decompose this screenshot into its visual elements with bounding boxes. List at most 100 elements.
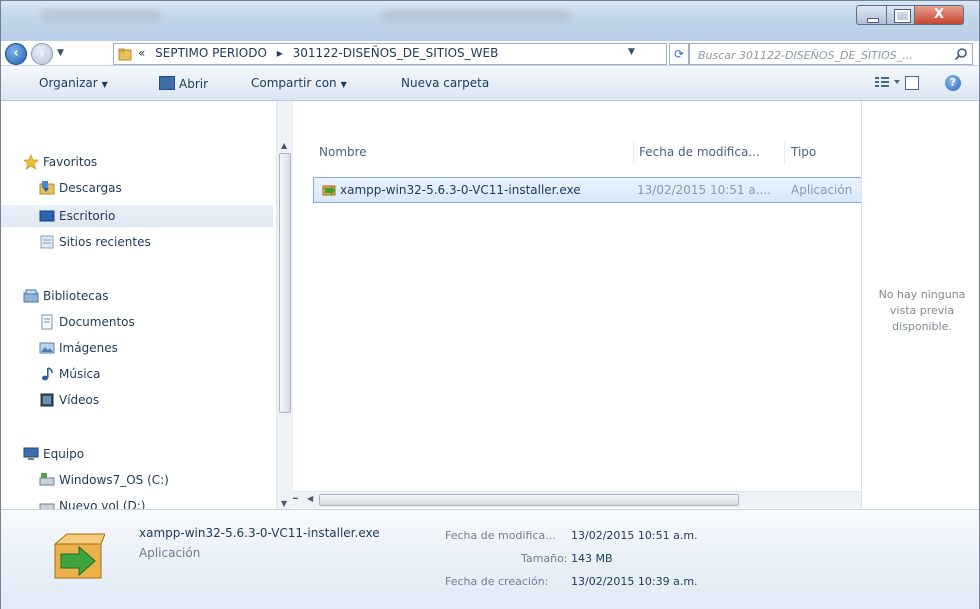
file-date-cell: 13/02/2015 10:51 a.... <box>637 183 771 197</box>
open-button[interactable]: Abrir <box>159 76 208 91</box>
pictures-icon <box>39 342 55 354</box>
open-label: Abrir <box>179 77 209 91</box>
organize-label: Organizar <box>39 76 98 90</box>
scroll-down-icon[interactable]: ▼ <box>281 499 287 508</box>
organize-button[interactable]: Organizar ▼ <box>39 76 108 90</box>
file-type-cell: Aplicación <box>791 183 853 197</box>
view-list-icon <box>875 77 900 87</box>
search-icon[interactable] <box>954 47 968 61</box>
nav-item-documentos[interactable]: Documentos <box>1 311 273 333</box>
breadcrumb-item-septimo-periodo[interactable]: SEPTIMO PERIODO <box>155 46 267 60</box>
nav-item-videos[interactable]: Vídeos <box>1 389 273 411</box>
scroll-thumb[interactable] <box>319 494 739 506</box>
nav-item-sitios-recientes[interactable]: Sitios recientes <box>1 231 273 253</box>
videos-icon <box>40 393 54 407</box>
new-folder-button[interactable]: Nueva carpeta <box>401 76 489 90</box>
chevron-down-icon: ▼ <box>340 80 347 89</box>
recent-places-icon <box>40 235 54 249</box>
search-box[interactable] <box>689 43 973 65</box>
breadcrumb-overflow[interactable]: « <box>138 46 145 60</box>
refresh-icon[interactable]: ⟳ <box>669 43 689 65</box>
details-file-type: Aplicación <box>139 546 201 560</box>
file-list-scrollbar[interactable]: ━ ◀ ▶ <box>293 491 889 508</box>
scroll-up-icon[interactable]: ▲ <box>281 141 287 150</box>
address-dropdown-icon[interactable]: ▼ <box>628 47 635 57</box>
scroll-separator-icon: ━ <box>293 494 298 503</box>
nav-item-label: Descargas <box>59 181 122 195</box>
search-input[interactable] <box>696 46 950 64</box>
application-icon <box>159 76 175 90</box>
preview-pane: No hay ninguna vista previa disponible. <box>861 101 979 511</box>
title-blur <box>41 9 161 23</box>
navigation-scrollbar[interactable]: ▲ ▼ <box>276 101 293 511</box>
navigation-pane: Favoritos Descargas Escritorio Sitios re… <box>1 101 293 511</box>
column-divider[interactable] <box>784 141 785 165</box>
details-pane: xampp-win32-5.6.3-0-VC11-installer.exe A… <box>1 509 979 609</box>
nav-item-label: Bibliotecas <box>43 289 109 303</box>
nav-item-descargas[interactable]: Descargas <box>1 177 273 199</box>
documents-icon <box>41 314 53 330</box>
preview-message: No hay ninguna vista previa disponible. <box>878 288 966 333</box>
breadcrumb-item-current-folder[interactable]: 301122-DISEÑOS_DE_SITIOS_WEB <box>293 46 499 60</box>
details-modified-label: Fecha de modifica... <box>445 529 556 542</box>
details-file-name: xampp-win32-5.6.3-0-VC11-installer.exe <box>139 526 380 540</box>
scroll-left-icon[interactable]: ◀ <box>307 494 313 503</box>
folder-icon <box>118 48 132 61</box>
nav-item-label: Escritorio <box>59 209 116 223</box>
libraries-icon <box>23 289 39 303</box>
nav-item-drive-c[interactable]: Windows7_OS (C:) <box>1 469 273 491</box>
forward-button[interactable]: › <box>31 43 53 65</box>
share-label: Compartir con <box>251 76 337 90</box>
nav-item-bibliotecas[interactable]: Bibliotecas <box>1 285 273 307</box>
drive-icon <box>39 473 55 486</box>
column-header-type[interactable]: Tipo <box>791 145 816 159</box>
column-header-name[interactable]: Nombre <box>319 145 367 159</box>
desktop-icon <box>39 210 55 222</box>
file-name-cell: xampp-win32-5.6.3-0-VC11-installer.exe <box>322 183 581 197</box>
help-icon[interactable]: ? <box>945 75 961 91</box>
view-options-button[interactable] <box>875 75 901 92</box>
computer-icon <box>23 447 39 460</box>
share-with-button[interactable]: Compartir con ▼ <box>251 76 347 90</box>
file-row-xampp-installer[interactable]: xampp-win32-5.6.3-0-VC11-installer.exe 1… <box>313 177 883 203</box>
scroll-thumb[interactable] <box>279 153 291 413</box>
nav-item-label: Windows7_OS (C:) <box>59 473 169 487</box>
nav-item-label: Favoritos <box>43 155 98 169</box>
file-name-label: xampp-win32-5.6.3-0-VC11-installer.exe <box>340 183 581 197</box>
close-button[interactable]: X <box>914 5 964 25</box>
nav-item-label: Vídeos <box>59 393 100 407</box>
installer-icon <box>322 185 336 196</box>
details-created-label: Fecha de creación: <box>445 575 549 588</box>
navigation-row: ‹ › ▼ « SEPTIMO PERIODO ▸ 301122-DISEÑOS… <box>1 41 979 65</box>
explorer-window: X ‹ › ▼ « SEPTIMO PERIODO ▸ 301122-DISEÑ… <box>0 0 980 609</box>
title-bar[interactable]: X <box>1 1 979 41</box>
nav-item-label: Equipo <box>43 447 85 461</box>
column-divider[interactable] <box>633 141 634 165</box>
star-icon <box>23 154 39 170</box>
recent-pages-dropdown-icon[interactable]: ▼ <box>57 48 64 58</box>
music-icon <box>42 367 53 381</box>
nav-item-label: Música <box>59 367 101 381</box>
command-bar: Organizar ▼ Abrir Compartir con ▼ Nueva ca… <box>1 65 979 101</box>
installer-large-icon <box>53 533 105 579</box>
downloads-folder-icon <box>39 181 55 195</box>
back-button[interactable]: ‹ <box>5 43 27 65</box>
address-bar[interactable]: « SEPTIMO PERIODO ▸ 301122-DISEÑOS_DE_SI… <box>113 43 667 65</box>
breadcrumb-separator-icon[interactable]: ▸ <box>277 46 283 60</box>
preview-pane-icon[interactable] <box>905 76 919 90</box>
nav-item-label: Sitios recientes <box>59 235 151 249</box>
maximize-button[interactable] <box>886 5 915 25</box>
nav-item-label: Documentos <box>59 315 135 329</box>
nav-item-escritorio[interactable]: Escritorio <box>1 205 273 227</box>
nav-item-favoritos[interactable]: Favoritos <box>1 151 273 173</box>
details-size-value: 143 MB <box>571 552 613 565</box>
details-created-value: 13/02/2015 10:39 a.m. <box>571 575 698 588</box>
column-header-date[interactable]: Fecha de modifica... <box>639 145 760 159</box>
nav-item-imagenes[interactable]: Imágenes <box>1 337 273 359</box>
minimize-button[interactable] <box>856 5 887 25</box>
chevron-down-icon: ▼ <box>101 80 108 89</box>
details-size-label: Tamaño: <box>521 552 568 565</box>
nav-item-musica[interactable]: Música <box>1 363 273 385</box>
nav-item-equipo[interactable]: Equipo <box>1 443 273 465</box>
breadcrumb: « SEPTIMO PERIODO ▸ 301122-DISEÑOS_DE_SI… <box>138 46 504 60</box>
